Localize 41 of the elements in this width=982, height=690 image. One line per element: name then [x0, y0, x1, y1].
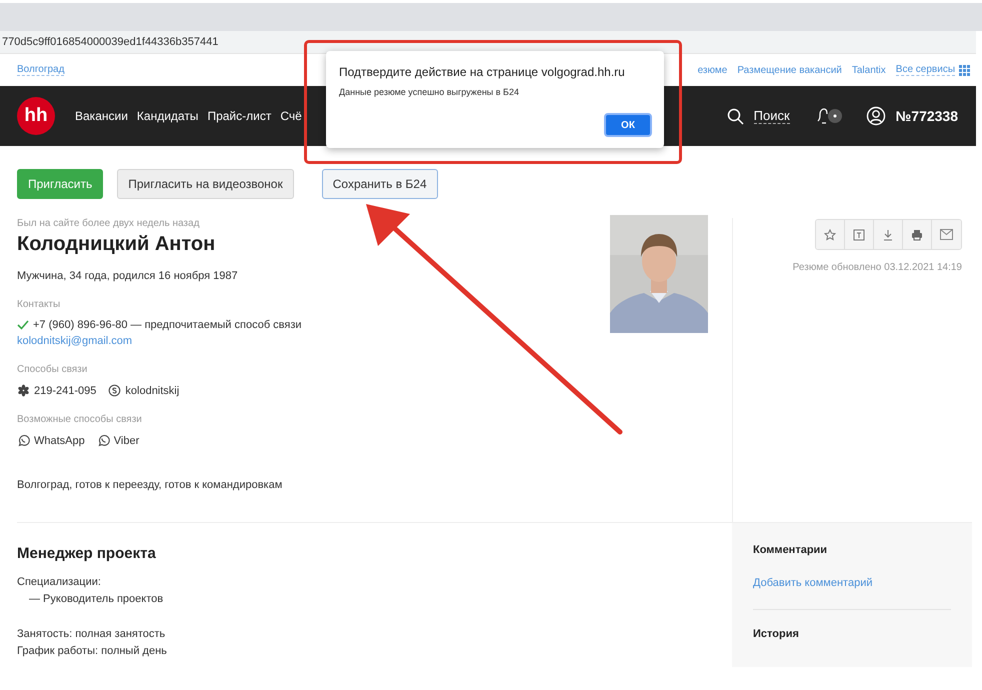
employment-text: Занятость: полная занятость	[17, 628, 166, 640]
specialization-label: Специализации:	[17, 576, 102, 588]
search-link[interactable]: Поиск	[754, 108, 790, 124]
nav-item[interactable]: Счё	[280, 109, 302, 123]
action-button[interactable]: Сохранить в Б24	[322, 169, 438, 199]
schedule-text: График работы: полный день	[17, 645, 168, 657]
top-link[interactable]: Все сервисы	[896, 64, 955, 76]
contact-text: 219-241-095	[34, 384, 96, 396]
location-text: Волгоград, готов к переезду, готов к командировкам	[17, 479, 284, 491]
nav-item[interactable]: Кандидаты	[136, 109, 198, 123]
nav-item[interactable]: Вакансии	[75, 109, 128, 123]
position-title: Менеджер проекта	[17, 545, 157, 562]
specialization-text: — Руководитель проектов	[28, 593, 164, 605]
email-link[interactable]: kolodnitskij@gmail.com	[17, 335, 610, 347]
last-seen-text: Был на сайте более двух недель назад	[17, 218, 200, 229]
history-heading: История	[753, 628, 800, 640]
add-comment-link[interactable]: Добавить комментарий	[753, 577, 872, 589]
nav-item[interactable]: Прайс-лист	[207, 109, 272, 123]
action-button[interactable]: Пригласить на видеозвонок	[117, 169, 294, 199]
messenger-text: Viber	[114, 434, 140, 446]
section-label: Способы связи	[17, 364, 88, 375]
logo[interactable]: hh	[17, 97, 55, 135]
contact-text: kolodnitskij	[125, 384, 180, 396]
section-label: Возможные способы связи	[17, 414, 143, 425]
url-text[interactable]: 770d5c9ff016854000039ed1f44336b357441	[2, 36, 218, 48]
account-number[interactable]: №772338	[896, 108, 958, 124]
candidate-name: Колодницкий Антон	[17, 233, 216, 256]
ok-button[interactable]: ОК	[604, 113, 652, 137]
section-label: Контакты	[17, 299, 62, 310]
city-link[interactable]: Волгоград	[17, 64, 64, 76]
personal-info: Мужчина, 34 года, родился 16 ноября 1987	[17, 270, 239, 282]
messenger-text: WhatsApp	[34, 434, 85, 446]
top-link[interactable]: Размещение вакансий	[737, 64, 842, 76]
comments-heading: Комментарии	[753, 544, 828, 556]
phone-text: +7 (960) 896-96-80 — предпочитаемый способ связи	[33, 319, 302, 331]
updated-text: Резюме обновлено 03.12.2021 14:19	[792, 262, 962, 273]
dialog-title: Подтвердите действие на странице volgograd.hh.ru	[339, 65, 626, 79]
dialog-message: Данные резюме успешно выгружены в Б24	[339, 87, 520, 97]
top-link[interactable]: езюме	[698, 64, 728, 76]
invite-button[interactable]: Пригласить	[17, 169, 104, 199]
top-link[interactable]: Talantix	[852, 64, 886, 76]
